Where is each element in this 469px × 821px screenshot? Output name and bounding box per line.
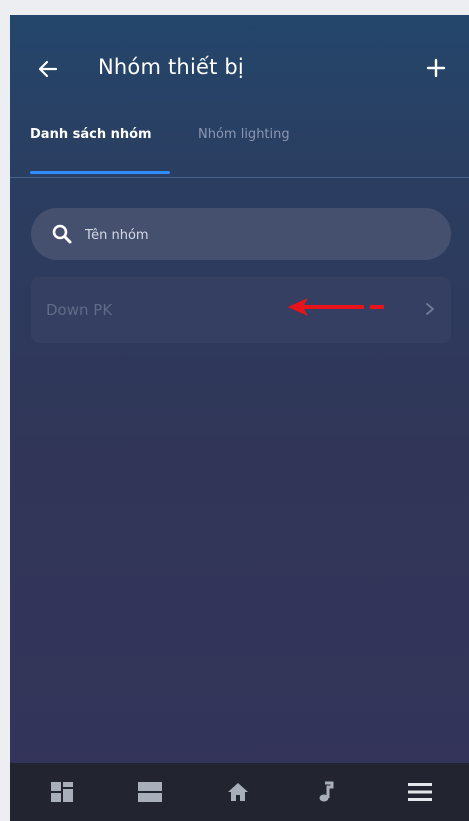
rooms-list-icon bbox=[138, 782, 162, 802]
menu-icon bbox=[408, 783, 432, 801]
group-name: Down PK bbox=[46, 301, 113, 319]
dashboard-grid-icon bbox=[51, 782, 73, 802]
header-divider bbox=[10, 177, 469, 178]
red-arrow-left-icon bbox=[288, 298, 384, 316]
header: Nhóm thiết bị Danh sách nhóm Nhóm lighti… bbox=[10, 15, 469, 185]
back-button[interactable] bbox=[34, 55, 62, 83]
search-input[interactable] bbox=[83, 208, 427, 262]
tab-group-list[interactable]: Danh sách nhóm bbox=[30, 127, 152, 142]
music-note-icon bbox=[319, 781, 334, 802]
search-bar[interactable] bbox=[31, 208, 451, 262]
nav-home[interactable] bbox=[208, 763, 268, 821]
active-tab-indicator bbox=[30, 171, 170, 174]
tab-bar: Danh sách nhóm Nhóm lighting bbox=[10, 127, 469, 177]
search-icon bbox=[52, 224, 72, 244]
home-icon bbox=[228, 783, 248, 801]
page-title: Nhóm thiết bị bbox=[98, 55, 244, 79]
bottom-navigation bbox=[10, 763, 469, 821]
nav-rooms[interactable] bbox=[120, 763, 180, 821]
tab-lighting-groups[interactable]: Nhóm lighting bbox=[198, 127, 290, 142]
plus-icon bbox=[426, 58, 446, 78]
nav-menu[interactable] bbox=[390, 763, 450, 821]
arrow-left-icon bbox=[38, 60, 58, 78]
nav-dashboard[interactable] bbox=[32, 763, 92, 821]
app-screen: Nhóm thiết bị Danh sách nhóm Nhóm lighti… bbox=[10, 15, 469, 821]
nav-music[interactable] bbox=[296, 763, 356, 821]
chevron-right-icon bbox=[426, 303, 434, 315]
add-group-button[interactable] bbox=[421, 53, 451, 83]
